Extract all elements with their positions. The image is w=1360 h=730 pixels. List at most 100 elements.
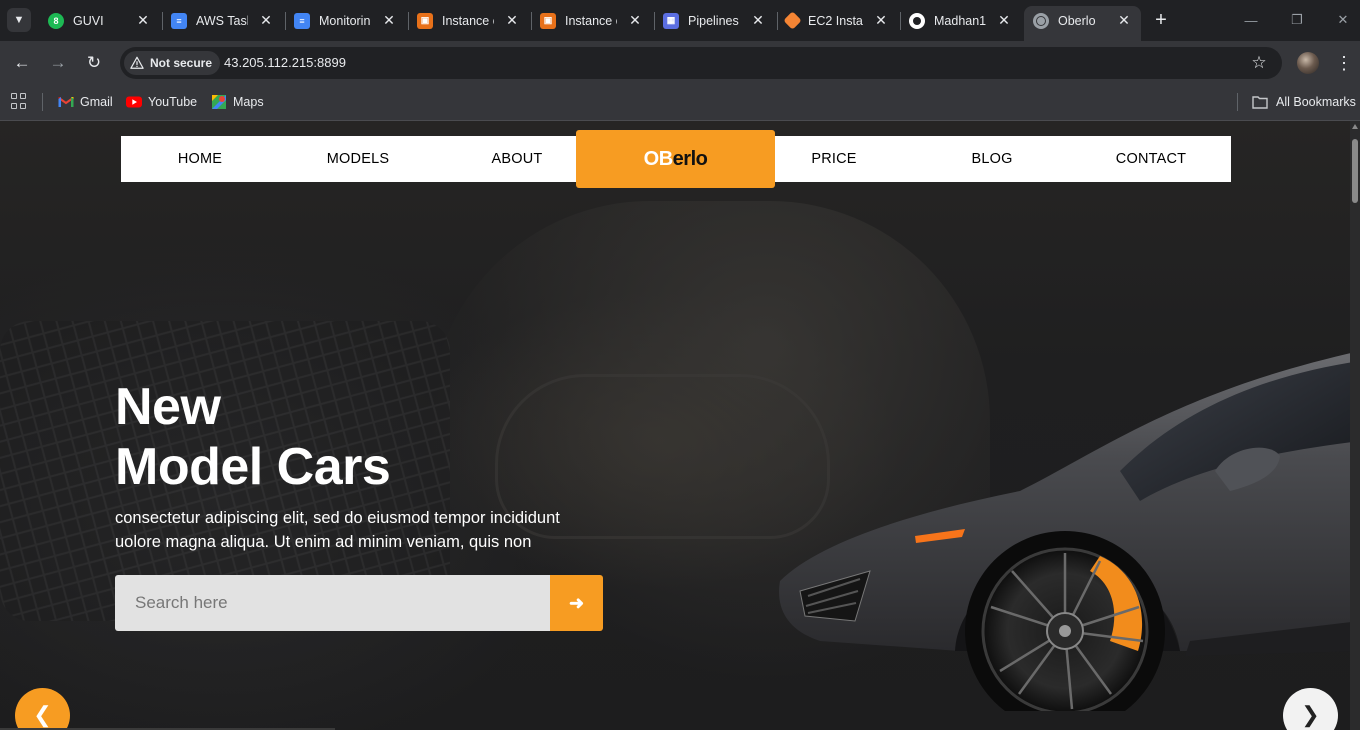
browser-toolbar: ← → ↻ Not secure 43.205.112.215:8899 ☆ ⋮ <box>0 41 1360 85</box>
close-icon[interactable]: ✕ <box>134 11 152 29</box>
bookmark-youtube[interactable]: YouTube <box>126 92 197 112</box>
nav-price[interactable]: PRICE <box>755 136 913 182</box>
search-submit-button[interactable]: ➜ <box>550 575 603 631</box>
chevron-left-icon: ❮ <box>33 702 52 727</box>
nav-models[interactable]: MODELS <box>279 136 437 182</box>
nav-contact[interactable]: CONTACT <box>1071 136 1231 182</box>
security-label: Not secure <box>150 56 213 70</box>
tab-title: Pipelines <box>688 13 739 28</box>
close-icon[interactable]: ✕ <box>257 11 275 29</box>
reload-button[interactable]: ↻ <box>82 51 106 75</box>
tab-aws-task[interactable]: ≡ AWS Task ✕ <box>163 6 283 35</box>
close-icon[interactable]: ✕ <box>749 11 767 29</box>
arrow-right-icon: ➜ <box>568 592 585 613</box>
close-icon[interactable]: ✕ <box>1115 11 1133 29</box>
docs-icon: ≡ <box>171 12 187 29</box>
nav-blog[interactable]: BLOG <box>913 136 1071 182</box>
tab-instance-2[interactable]: ▣ Instance c ✕ <box>532 6 652 35</box>
close-icon[interactable]: ✕ <box>626 11 644 29</box>
chevron-right-icon: ❯ <box>1301 702 1320 727</box>
gmail-icon <box>58 97 74 107</box>
tab-oberlo[interactable]: Oberlo ✕ <box>1024 6 1141 41</box>
tab-title: Oberlo <box>1058 13 1096 28</box>
plus-icon: + <box>1155 8 1167 31</box>
bookmark-label: Maps <box>233 95 264 109</box>
logo-part-ob: OB <box>643 147 674 170</box>
carousel-prev-button[interactable]: ❮ <box>15 688 70 730</box>
tab-github[interactable]: Madhan1 ✕ <box>901 6 1021 35</box>
close-icon[interactable]: ✕ <box>503 11 521 29</box>
tab-pipelines[interactable]: ▦ Pipelines ✕ <box>655 6 775 35</box>
logo-part-erlo: erlo <box>672 147 708 170</box>
sports-car-image <box>779 351 1360 711</box>
apps-grid-icon[interactable] <box>11 93 27 109</box>
minimize-button[interactable]: — <box>1239 9 1263 31</box>
bookmarks-bar: Gmail YouTube Maps All Bookmarks <box>0 85 1360 121</box>
close-icon: ✕ <box>1337 12 1349 27</box>
chevron-down-icon: ▼ <box>13 14 25 26</box>
tab-search-button[interactable]: ▼ <box>7 8 31 32</box>
github-icon <box>909 12 925 29</box>
globe-icon <box>1033 12 1049 29</box>
hero-title-line2: Model Cars <box>115 438 391 496</box>
address-bar[interactable]: Not secure 43.205.112.215:8899 ☆ <box>120 47 1282 79</box>
all-bookmarks-button[interactable]: All Bookmarks <box>1252 92 1356 112</box>
new-tab-button[interactable]: + <box>1150 9 1172 31</box>
page-scrollbar[interactable] <box>1350 121 1360 730</box>
arrow-left-icon: ← <box>13 53 31 72</box>
hero-subtitle-line2: uolore magna aliqua. Ut enim ad minim ve… <box>115 533 532 551</box>
nav-home[interactable]: HOME <box>121 136 279 182</box>
scrollbar-thumb[interactable] <box>1352 139 1358 203</box>
hero-title: New Model Cars <box>115 377 391 497</box>
tab-title: Instance c <box>442 13 494 28</box>
tab-ec2-instance[interactable]: EC2 Instan ✕ <box>778 6 898 35</box>
tab-title: Madhan1 <box>934 13 986 28</box>
hero-search: ➜ <box>115 575 603 631</box>
bookmark-star-button[interactable]: ☆ <box>1249 53 1269 73</box>
aws-icon: ▣ <box>540 12 556 29</box>
close-icon[interactable]: ✕ <box>380 11 398 29</box>
profile-avatar[interactable] <box>1297 52 1319 74</box>
forward-button[interactable]: → <box>46 51 70 75</box>
back-button[interactable]: ← <box>10 51 34 75</box>
close-icon[interactable]: ✕ <box>872 11 890 29</box>
tab-title: AWS Task <box>196 13 248 28</box>
bookmark-separator <box>1237 93 1238 111</box>
bookmark-label: Gmail <box>80 95 113 109</box>
arrow-right-icon: → <box>49 53 67 72</box>
tab-instance-1[interactable]: ▣ Instance c ✕ <box>409 6 529 35</box>
bookmark-maps[interactable]: Maps <box>211 92 264 112</box>
nav-about[interactable]: ABOUT <box>437 136 597 182</box>
warning-icon <box>130 56 144 69</box>
tab-title: EC2 Instan <box>808 13 863 28</box>
hero-subtitle: consectetur adipiscing elit, sed do eius… <box>115 506 635 554</box>
search-input[interactable] <box>115 575 550 631</box>
pipelines-icon: ▦ <box>663 12 679 29</box>
tab-guvi[interactable]: 8 GUVI ✕ <box>40 6 160 35</box>
window-close-button[interactable]: ✕ <box>1331 9 1355 31</box>
all-bookmarks-label: All Bookmarks <box>1276 95 1356 109</box>
restore-icon: ❐ <box>1291 12 1303 27</box>
star-icon: ☆ <box>1251 53 1267 72</box>
tab-strip: ▼ 8 GUVI ✕ ≡ AWS Task ✕ ≡ Monitorin ✕ ▣ … <box>0 0 1360 41</box>
scroll-up-arrow-icon[interactable] <box>1352 124 1358 129</box>
hero-title-line1: New <box>115 378 221 436</box>
youtube-icon <box>126 96 142 108</box>
bookmark-separator <box>42 93 43 111</box>
url-text[interactable]: 43.205.112.215:8899 <box>224 55 346 70</box>
bookmark-label: YouTube <box>148 95 198 109</box>
close-icon[interactable]: ✕ <box>995 11 1013 29</box>
hero-subtitle-line1: consectetur adipiscing elit, sed do eius… <box>115 509 560 527</box>
bookmark-gmail[interactable]: Gmail <box>58 92 113 112</box>
tab-title: Monitorin <box>319 13 371 28</box>
ec2-icon <box>783 11 802 30</box>
minimize-icon: — <box>1244 12 1258 28</box>
site-logo[interactable]: OB erlo <box>576 130 775 188</box>
maps-icon <box>212 95 226 109</box>
security-chip[interactable]: Not secure <box>124 51 221 75</box>
tab-monitoring[interactable]: ≡ Monitorin ✕ <box>286 6 406 35</box>
folder-icon <box>1252 96 1268 109</box>
restore-button[interactable]: ❐ <box>1285 9 1309 31</box>
browser-menu-button[interactable]: ⋮ <box>1334 51 1354 75</box>
page-viewport: HOME MODELS ABOUT PRICE BLOG CONTACT OB e… <box>0 121 1360 730</box>
